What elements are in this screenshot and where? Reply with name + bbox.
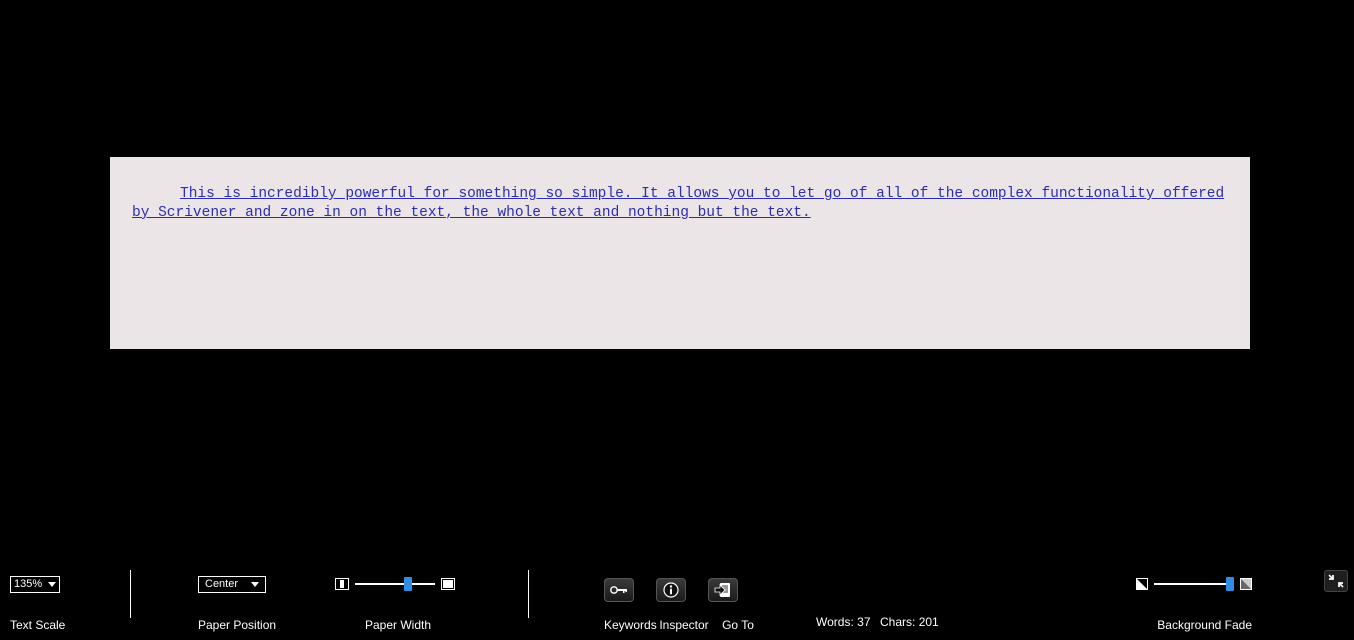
key-icon (610, 584, 628, 596)
divider (130, 570, 131, 618)
keywords-label: Keywords (604, 618, 656, 632)
slider-thumb[interactable] (1226, 577, 1234, 591)
wide-width-icon (441, 578, 455, 590)
keywords-button[interactable] (604, 578, 634, 602)
fade-dark-icon (1136, 578, 1148, 590)
editor-text[interactable]: This is incredibly powerful for somethin… (132, 185, 1228, 223)
paper-width-slider[interactable] (335, 578, 455, 590)
text-scale-label: Text Scale (10, 618, 65, 640)
exit-fullscreen-icon (1328, 574, 1344, 588)
slider-track[interactable] (355, 583, 435, 585)
footer-control-bar: 135% Text Scale Center Paper Position (0, 560, 1354, 640)
word-count: Words: 37 (816, 615, 871, 629)
goto-document-icon (714, 582, 732, 598)
info-icon (663, 582, 679, 598)
paper-position-value: Center (205, 578, 238, 590)
goto-button[interactable] (708, 578, 738, 602)
paper-width-label: Paper Width (335, 618, 431, 640)
background-fade-slider[interactable] (1136, 578, 1252, 590)
exit-fullscreen-button[interactable] (1324, 570, 1348, 592)
text-scale-select[interactable]: 135% (10, 576, 60, 593)
slider-thumb[interactable] (404, 577, 412, 591)
divider (528, 570, 529, 618)
paper-position-label: Paper Position (198, 618, 276, 640)
narrow-width-icon (335, 578, 349, 590)
caret-down-icon (48, 582, 56, 587)
inspector-button[interactable] (656, 578, 686, 602)
slider-track[interactable] (1154, 583, 1234, 585)
text-scale-value: 135% (14, 578, 42, 590)
goto-label: Go To (712, 618, 764, 632)
fade-light-icon (1240, 578, 1252, 590)
inspector-label: Inspector (658, 618, 710, 632)
background-fade-label: Background Fade (1157, 618, 1252, 640)
paper-position-select[interactable]: Center (198, 576, 266, 593)
editor-paper[interactable]: This is incredibly powerful for somethin… (110, 157, 1250, 349)
caret-down-icon (251, 582, 259, 587)
char-count: Chars: 201 (880, 615, 939, 629)
